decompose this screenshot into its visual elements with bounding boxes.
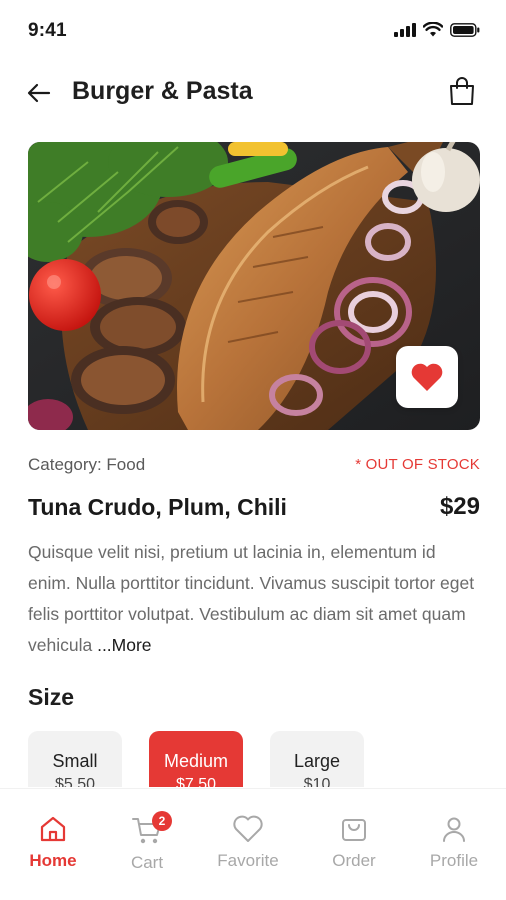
size-option-large[interactable]: Large $10 (270, 731, 364, 787)
cart-badge: 2 (152, 811, 172, 831)
size-heading: Size (28, 684, 75, 710)
size-label: Small (52, 751, 98, 771)
home-icon (40, 816, 66, 842)
shopping-bag-button[interactable] (448, 76, 478, 108)
product-name: Tuna Crudo, Plum, Chili (28, 494, 287, 520)
size-label: Medium (163, 751, 229, 771)
description-text: Quisque velit nisi, pretium ut lacinia i… (28, 542, 475, 655)
size-price: $5.50 (54, 776, 96, 787)
battery-icon (450, 22, 480, 37)
nav-item-home[interactable]: Home (8, 815, 98, 871)
signal-icon (394, 22, 416, 37)
user-icon (443, 817, 465, 842)
nav-item-favorite[interactable]: Favorite (203, 815, 293, 871)
size-option-medium[interactable]: Medium $7.50 (149, 731, 243, 787)
back-button[interactable] (24, 78, 54, 108)
nav-label: Profile (429, 851, 479, 870)
product-price: $29 (439, 493, 480, 520)
header: Burger & Pasta (0, 66, 506, 118)
size-price: $7.50 (175, 776, 217, 787)
size-price: $10 (303, 776, 331, 787)
status-time: 9:41 (28, 20, 67, 41)
nav-label: Order (332, 851, 376, 870)
arrow-left-icon (27, 83, 51, 103)
nav-label: Favorite (217, 851, 279, 870)
size-option-small[interactable]: Small $5.50 (28, 731, 122, 787)
heart-icon (233, 815, 263, 842)
product-image (28, 142, 480, 430)
nav-item-order[interactable]: Order (309, 815, 399, 871)
stock-status: * OUT OF STOCK (355, 456, 480, 473)
bottom-navigation: Home 2 Cart Favorite Order Profile (0, 788, 506, 900)
more-link[interactable]: ...More (97, 635, 151, 655)
wifi-icon (423, 22, 443, 37)
nav-label: Home (29, 851, 77, 870)
nav-label: Cart (130, 853, 164, 872)
heart-filled-icon (411, 363, 443, 391)
shopping-bag-icon (450, 77, 474, 105)
size-options: Small $5.50 Medium $7.50 Large $10 (28, 731, 498, 787)
size-label: Large (293, 751, 341, 771)
nav-item-cart[interactable]: 2 Cart (102, 811, 192, 873)
bag-icon (342, 819, 366, 841)
status-icons (394, 22, 480, 37)
product-description: Quisque velit nisi, pretium ut lacinia i… (28, 537, 480, 661)
favorite-button[interactable] (396, 346, 458, 408)
nav-item-profile[interactable]: Profile (409, 815, 499, 871)
page-title: Burger & Pasta (72, 77, 253, 105)
status-bar: 9:41 (0, 0, 506, 60)
product-category: Category: Food (28, 455, 146, 474)
